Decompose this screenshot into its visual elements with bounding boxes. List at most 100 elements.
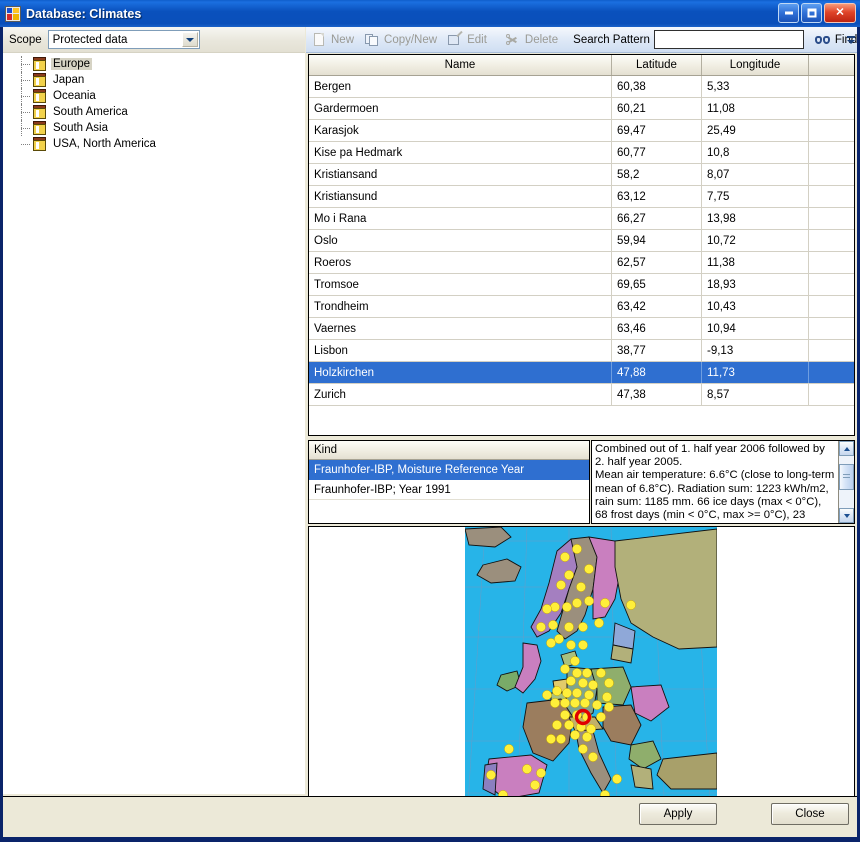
table-row[interactable]: Tromsoe 69,65 18,93 bbox=[309, 274, 854, 296]
tree-item-japan[interactable]: Japan bbox=[3, 72, 305, 88]
scrollbar-track[interactable] bbox=[839, 456, 854, 508]
maximize-button[interactable] bbox=[801, 3, 822, 23]
cell-lat: 63,42 bbox=[612, 296, 702, 317]
tree-item-usa-north-america[interactable]: USA, North America bbox=[3, 136, 305, 152]
climate-stations-table[interactable]: Name Latitude Longitude Bergen 60,38 5,33 G… bbox=[308, 54, 855, 436]
cell-lon: 10,94 bbox=[702, 318, 809, 339]
tree-item-label: USA, North America bbox=[53, 138, 156, 150]
kind-column-header[interactable]: Kind bbox=[309, 441, 589, 460]
cell-spacer bbox=[809, 296, 854, 317]
table-row[interactable]: Kise pa Hedmark 60,77 10,8 bbox=[309, 142, 854, 164]
table-row[interactable]: Mo i Rana 66,27 13,98 bbox=[309, 208, 854, 230]
column-header-latitude[interactable]: Latitude bbox=[612, 55, 702, 75]
table-row[interactable]: Kristiansund 63,12 7,75 bbox=[309, 186, 854, 208]
delete-button[interactable]: Delete bbox=[500, 29, 563, 51]
new-page-icon bbox=[311, 32, 327, 48]
cell-lat: 63,12 bbox=[612, 186, 702, 207]
table-row[interactable]: Holzkirchen 47,88 11,73 bbox=[309, 362, 854, 384]
copy-new-button[interactable]: Copy/New bbox=[359, 29, 442, 51]
scope-label: Scope bbox=[9, 33, 42, 46]
tree-item-south-america[interactable]: South America bbox=[3, 104, 305, 120]
cell-spacer bbox=[809, 208, 854, 229]
cell-spacer bbox=[809, 230, 854, 251]
kind-item-year-1991[interactable]: Fraunhofer-IBP; Year 1991 bbox=[309, 480, 589, 500]
cell-lat: 58,2 bbox=[612, 164, 702, 185]
apply-button[interactable]: Apply bbox=[639, 803, 717, 825]
application-window: Database: Climates ✕ Scope Protected dat… bbox=[0, 0, 860, 842]
description-text: Combined out of 1. half year 2006 follow… bbox=[595, 443, 835, 523]
tree-item-label: Oceania bbox=[53, 90, 96, 102]
folder-book-icon bbox=[32, 105, 47, 119]
cell-lon: 7,75 bbox=[702, 186, 809, 207]
column-header-longitude[interactable]: Longitude bbox=[702, 55, 809, 75]
table-row[interactable]: Lisbon 38,77 -9,13 bbox=[309, 340, 854, 362]
folder-book-icon bbox=[32, 121, 47, 135]
column-header-name[interactable]: Name bbox=[309, 55, 612, 75]
database-icon bbox=[5, 5, 21, 22]
kind-item-moisture-reference-year[interactable]: Fraunhofer-IBP, Moisture Reference Year bbox=[309, 460, 589, 480]
kind-item-label: Fraunhofer-IBP; Year 1991 bbox=[314, 483, 451, 496]
copy-icon bbox=[364, 32, 380, 48]
column-header-spacer bbox=[809, 55, 854, 75]
tree-item-oceania[interactable]: Oceania bbox=[3, 88, 305, 104]
cell-lon: 11,38 bbox=[702, 252, 809, 273]
folder-book-icon bbox=[32, 137, 47, 151]
cell-lon: 8,57 bbox=[702, 384, 809, 405]
table-row[interactable]: Oslo 59,94 10,72 bbox=[309, 230, 854, 252]
search-pattern-label: Search Pattern bbox=[573, 33, 650, 46]
scroll-up-button[interactable] bbox=[839, 441, 854, 456]
scrollbar-thumb[interactable] bbox=[839, 464, 854, 490]
chevron-down-icon[interactable] bbox=[181, 32, 198, 47]
delete-button-label: Delete bbox=[524, 33, 559, 46]
cell-lat: 59,94 bbox=[612, 230, 702, 251]
toolbar: New Copy/New Edit Delete Search Pattern bbox=[306, 27, 857, 53]
toolbar-overflow-button[interactable] bbox=[846, 31, 856, 49]
region-tree[interactable]: Europe Japan Oceania South America South… bbox=[3, 53, 305, 794]
cell-name: Vaernes bbox=[309, 318, 612, 339]
cell-spacer bbox=[809, 362, 854, 383]
right-pane: New Copy/New Edit Delete Search Pattern bbox=[306, 27, 857, 822]
table-row[interactable]: Zurich 47,38 8,57 bbox=[309, 384, 854, 406]
scope-select[interactable]: Protected data bbox=[47, 30, 200, 49]
cell-lon: -9,13 bbox=[702, 340, 809, 361]
folder-book-icon bbox=[32, 57, 47, 71]
description-scrollbar[interactable] bbox=[838, 441, 854, 523]
tree-item-label: South Asia bbox=[53, 122, 108, 134]
binoculars-icon bbox=[814, 32, 831, 48]
cell-spacer bbox=[809, 142, 854, 163]
window-controls: ✕ bbox=[778, 3, 856, 23]
tree-item-south-asia[interactable]: South Asia bbox=[3, 120, 305, 136]
cell-lat: 60,77 bbox=[612, 142, 702, 163]
search-input[interactable] bbox=[653, 30, 804, 49]
cell-spacer bbox=[809, 252, 854, 273]
cell-name: Oslo bbox=[309, 230, 612, 251]
tree-item-europe[interactable]: Europe bbox=[3, 56, 305, 72]
europe-station-map[interactable] bbox=[465, 527, 717, 821]
cell-lat: 60,38 bbox=[612, 76, 702, 97]
table-row[interactable]: Trondheim 63,42 10,43 bbox=[309, 296, 854, 318]
title-bar[interactable]: Database: Climates ✕ bbox=[0, 0, 860, 27]
table-row[interactable]: Gardermoen 60,21 11,08 bbox=[309, 98, 854, 120]
table-row[interactable]: Kristiansand 58,2 8,07 bbox=[309, 164, 854, 186]
table-row[interactable]: Bergen 60,38 5,33 bbox=[309, 76, 854, 98]
table-row[interactable]: Vaernes 63,46 10,94 bbox=[309, 318, 854, 340]
new-button[interactable]: New bbox=[306, 29, 359, 51]
cell-lon: 11,73 bbox=[702, 362, 809, 383]
kind-list[interactable]: Kind Fraunhofer-IBP, Moisture Reference … bbox=[308, 440, 590, 524]
cell-spacer bbox=[809, 274, 854, 295]
kind-item-label: Fraunhofer-IBP, Moisture Reference Year bbox=[314, 463, 525, 476]
tree-item-label: Europe bbox=[51, 58, 93, 70]
edit-button[interactable]: Edit bbox=[442, 29, 492, 51]
close-button[interactable]: Close bbox=[771, 803, 849, 825]
folder-book-icon bbox=[32, 73, 47, 87]
close-window-button[interactable]: ✕ bbox=[824, 3, 856, 23]
cell-name: Bergen bbox=[309, 76, 612, 97]
cell-name: Kristiansand bbox=[309, 164, 612, 185]
cell-lat: 47,38 bbox=[612, 384, 702, 405]
table-row[interactable]: Karasjok 69,47 25,49 bbox=[309, 120, 854, 142]
scroll-down-button[interactable] bbox=[839, 508, 854, 523]
table-row[interactable]: Roeros 62,57 11,38 bbox=[309, 252, 854, 274]
cell-spacer bbox=[809, 98, 854, 119]
left-pane: Scope Protected data Europe Japan Oceani… bbox=[3, 27, 305, 794]
minimize-button[interactable] bbox=[778, 3, 799, 23]
